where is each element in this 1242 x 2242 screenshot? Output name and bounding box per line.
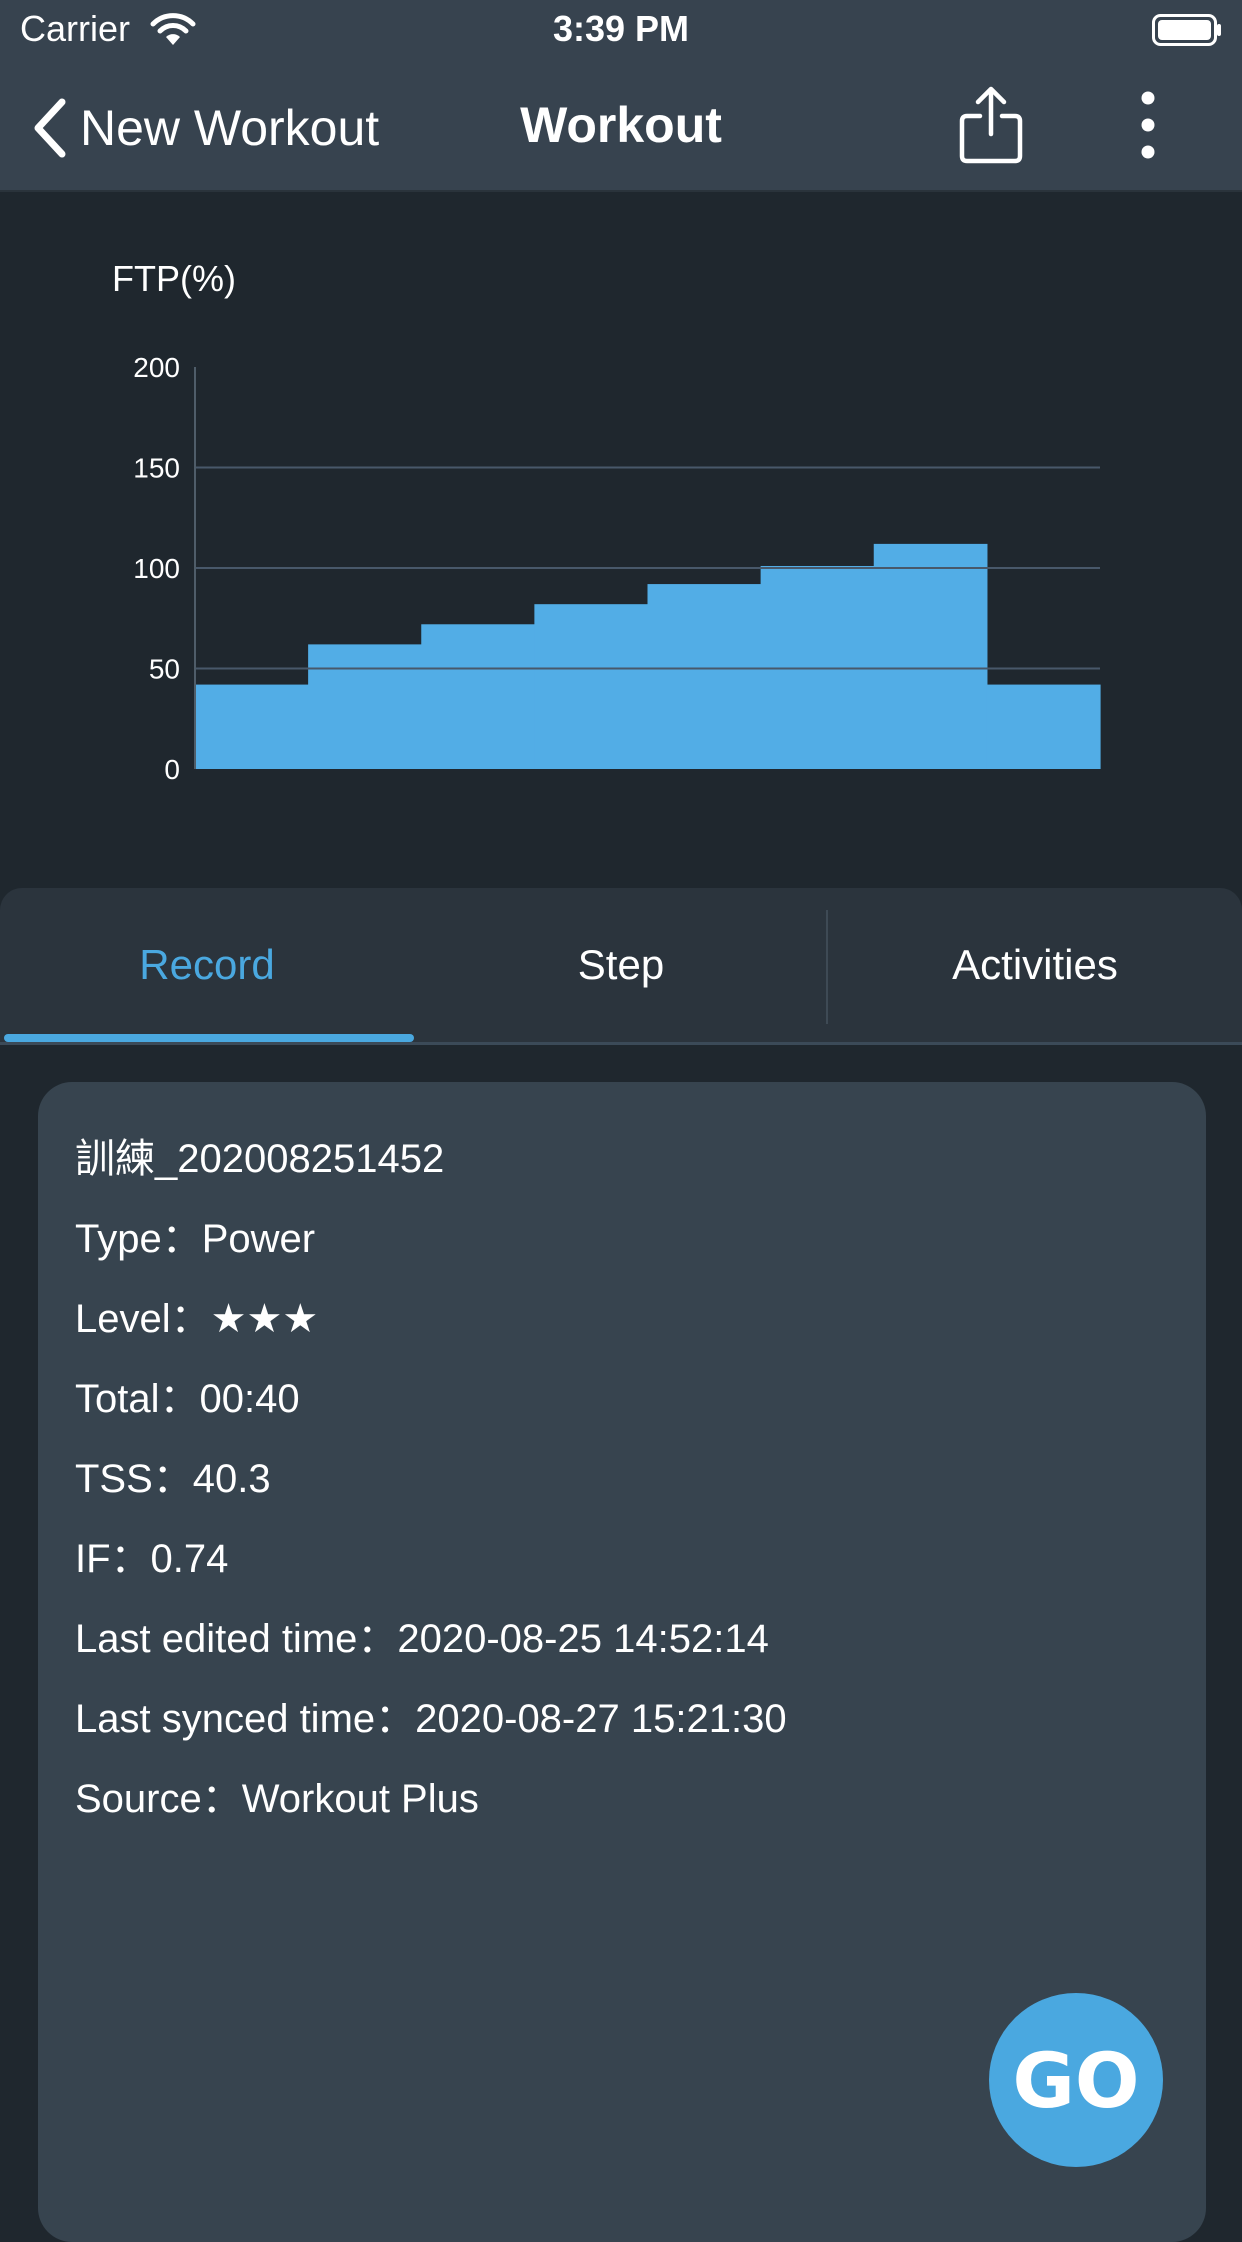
workout-if: IF：0.74 — [75, 1537, 229, 1581]
workout-tss: TSS：40.3 — [75, 1457, 271, 1501]
top-bar: Carrier 3:39 PM New Workout Workout — [0, 0, 1242, 192]
last-edited-time: Last edited time：2020-08-25 14:52:14 — [75, 1617, 769, 1661]
chart-bar — [195, 684, 309, 769]
chart-y-tick-label: 200 — [133, 352, 180, 383]
share-icon[interactable] — [958, 84, 1024, 166]
workout-name: 訓練_202008251452 — [75, 1137, 445, 1181]
ftp-chart: FTP(%) 0 50 100 150 200 — [112, 258, 1101, 785]
more-options-icon[interactable] — [1130, 90, 1166, 160]
chart-y-tick-label: 100 — [133, 553, 180, 584]
chart-y-tick-label: 150 — [133, 453, 180, 484]
workout-type: Type：Power — [75, 1217, 316, 1261]
chart-bar — [647, 584, 762, 769]
status-time: 3:39 PM — [552, 8, 690, 49]
chart-bar — [534, 604, 649, 769]
page-title: Workout — [520, 97, 722, 153]
tab-activities[interactable]: Activities — [828, 888, 1242, 1042]
last-synced-time: Last synced time：2020-08-27 15:21:30 — [75, 1697, 787, 1741]
chart-bar — [873, 543, 988, 769]
tab-record[interactable]: Record — [0, 888, 414, 1042]
chart-bar — [421, 624, 535, 769]
chart-bar — [986, 684, 1101, 769]
status-bar: Carrier 3:39 PM — [0, 0, 1242, 62]
active-tab-indicator — [4, 1034, 414, 1042]
tab-step[interactable]: Step — [414, 888, 828, 1042]
workout-source: Source：Workout Plus — [75, 1777, 479, 1821]
battery-icon — [1152, 14, 1221, 46]
chart-y-tick-label: 0 — [164, 754, 180, 785]
workout-total: Total：00:40 — [75, 1377, 300, 1421]
workout-level: Level：★★★ — [75, 1297, 319, 1341]
chart-bar — [308, 644, 422, 769]
go-button[interactable]: GO — [989, 1993, 1163, 2167]
chart-y-tick-label: 50 — [149, 654, 180, 685]
tab-bar: Record Step Activities — [0, 888, 1242, 1045]
chart-y-axis-label: FTP(%) — [112, 258, 236, 299]
chart-bar — [760, 565, 875, 769]
